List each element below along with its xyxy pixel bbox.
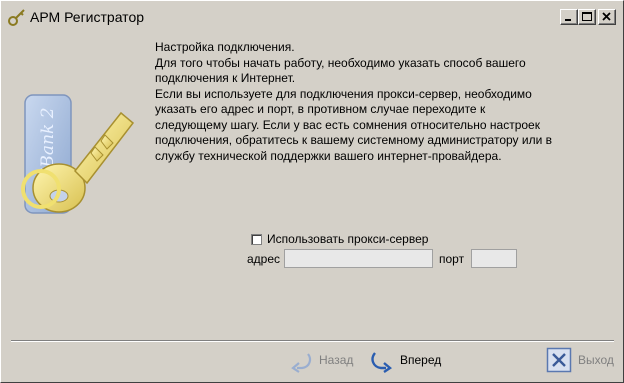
proxy-address-field[interactable] (284, 249, 433, 268)
minimize-icon (565, 19, 571, 21)
close-icon (602, 12, 611, 21)
card-brand-text: iBank 2 (38, 107, 58, 173)
minimize-button[interactable] (560, 9, 578, 25)
instructions-line: следующему шагу. Если у вас есть сомнени… (155, 117, 540, 132)
key-card-illustration: iBank 2 (21, 94, 135, 214)
footer-divider (11, 340, 614, 342)
key-app-icon (8, 9, 25, 26)
use-proxy-row[interactable]: Использовать прокси-сервер (251, 232, 428, 246)
maximize-icon (582, 12, 592, 21)
exit-button-label: Выход (578, 353, 614, 367)
instructions-line: службу технической поддержки вашего инте… (155, 148, 502, 163)
instructions-line: указать его адрес и порт, в противном сл… (155, 102, 486, 116)
instructions-line: подключения к Интернет. (155, 71, 296, 85)
next-button[interactable]: Вперед (369, 344, 441, 376)
close-button[interactable] (598, 9, 616, 25)
proxy-address-label: адрес (247, 252, 281, 266)
window-title: АРМ Регистратор (30, 9, 145, 25)
exit-x-icon (546, 347, 572, 373)
maximize-button[interactable] (578, 9, 596, 25)
exit-button[interactable]: Выход (546, 344, 614, 376)
title-bar[interactable]: АРМ Регистратор (3, 3, 621, 30)
next-button-label: Вперед (400, 353, 442, 367)
back-button-label: Назад (319, 353, 354, 367)
main-window: АРМ Регистратор iBank 2 Настройка подклю… (0, 0, 624, 383)
back-button[interactable]: Назад (288, 344, 353, 376)
back-arrow-icon (291, 353, 312, 373)
connection-instructions: Настройка подключения. Для того чтобы на… (155, 40, 575, 164)
use-proxy-checkbox[interactable] (251, 233, 262, 245)
instructions-line: Если вы используете для подключения прок… (155, 86, 532, 101)
use-proxy-label[interactable]: Использовать прокси-сервер (267, 232, 428, 246)
next-arrow-icon (371, 352, 393, 373)
instructions-line: подключения, обратитесь к вашему системн… (155, 133, 552, 147)
proxy-port-field[interactable] (471, 249, 517, 268)
proxy-port-label: порт (439, 252, 465, 266)
instructions-line: Для того чтобы начать работу, необходимо… (155, 55, 526, 70)
instructions-heading: Настройка подключения. (155, 40, 295, 54)
